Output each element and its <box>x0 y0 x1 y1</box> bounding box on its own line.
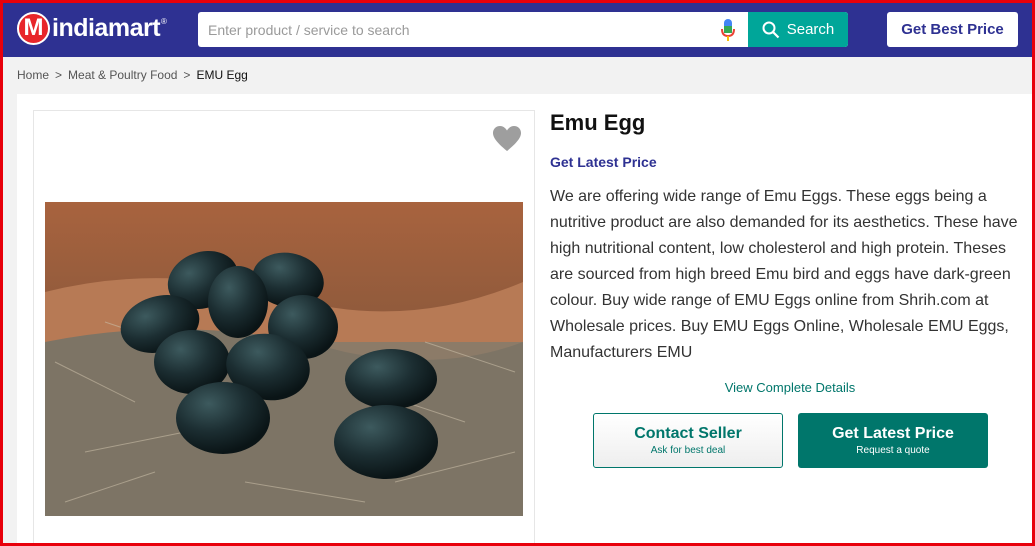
breadcrumb: Home > Meat & Poultry Food > EMU Egg <box>17 68 248 82</box>
breadcrumb-current: EMU Egg <box>196 68 248 82</box>
view-complete-details-link[interactable]: View Complete Details <box>550 380 1030 395</box>
top-header: M indiamart ® Search Get Best Price <box>0 0 1035 57</box>
get-latest-price-label: Get Latest Price <box>832 425 954 442</box>
product-details: Emu Egg Get Latest Price We are offering… <box>550 110 1020 395</box>
product-photo-emu-eggs[interactable] <box>45 202 523 516</box>
get-best-price-button[interactable]: Get Best Price <box>887 12 1018 47</box>
indiamart-logo[interactable]: M indiamart ® <box>17 10 167 46</box>
search-input[interactable] <box>198 12 708 47</box>
get-latest-price-link[interactable]: Get Latest Price <box>550 154 1020 170</box>
search-icon <box>762 21 780 38</box>
breadcrumb-separator: > <box>183 68 191 82</box>
get-latest-price-sublabel: Request a quote <box>856 445 930 456</box>
microphone-icon[interactable] <box>708 12 748 47</box>
breadcrumb-separator: > <box>55 68 63 82</box>
search-bar: Search <box>198 12 848 47</box>
product-title: Emu Egg <box>550 110 646 135</box>
product-image-box <box>33 110 535 546</box>
logo-badge: M <box>17 11 50 45</box>
product-description: We are offering wide range of Emu Eggs. … <box>550 188 1018 361</box>
action-buttons: Contact Seller Ask for best deal Get Lat… <box>593 413 988 468</box>
heart-icon[interactable] <box>492 125 522 153</box>
get-latest-price-button[interactable]: Get Latest Price Request a quote <box>798 413 988 468</box>
search-button[interactable]: Search <box>748 12 848 47</box>
logo-text: indiamart <box>52 13 161 42</box>
contact-seller-label: Contact Seller <box>634 425 742 442</box>
search-button-label: Search <box>786 21 835 38</box>
logo-registered-mark: ® <box>161 16 167 26</box>
contact-seller-sublabel: Ask for best deal <box>650 445 726 456</box>
breadcrumb-home[interactable]: Home <box>17 68 49 82</box>
contact-seller-button[interactable]: Contact Seller Ask for best deal <box>593 413 783 468</box>
product-card: Emu Egg Get Latest Price We are offering… <box>17 94 1035 546</box>
breadcrumb-category[interactable]: Meat & Poultry Food <box>68 68 177 82</box>
